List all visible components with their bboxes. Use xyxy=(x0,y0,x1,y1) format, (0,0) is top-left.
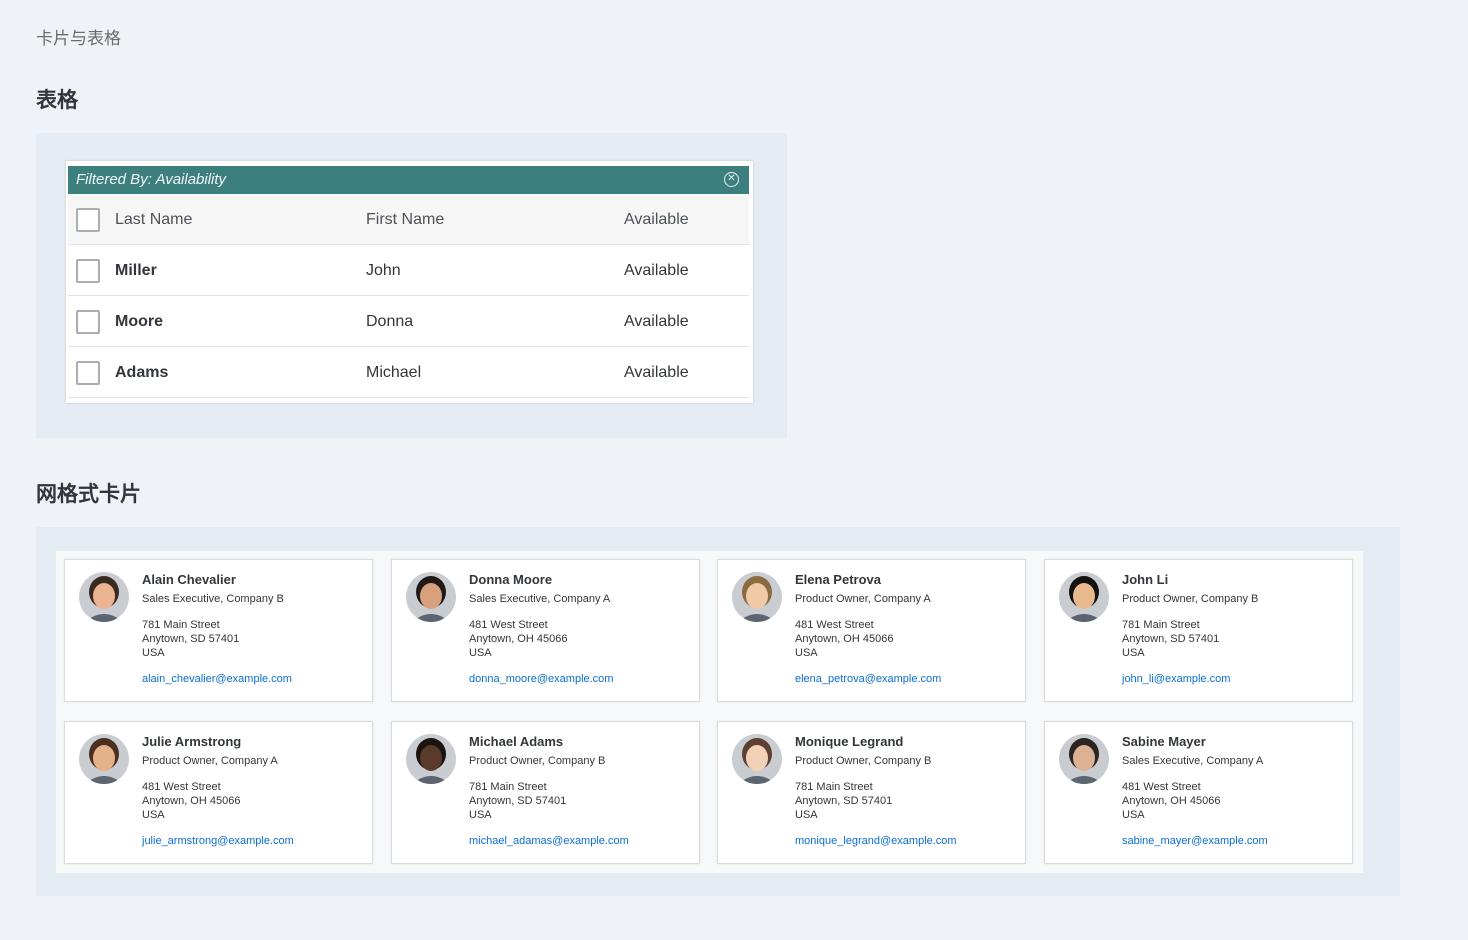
contact-name: Alain Chevalier xyxy=(142,572,236,587)
avatar xyxy=(79,734,129,784)
cell-first-name: Michael xyxy=(366,364,422,381)
filter-bar: Filtered By: Availability ✕ xyxy=(68,166,749,194)
contact-email-link[interactable]: john_li@example.com xyxy=(1122,673,1230,685)
row-checkbox[interactable] xyxy=(76,361,100,385)
avatar xyxy=(732,734,782,784)
column-header-available[interactable]: Available xyxy=(624,194,689,245)
cell-last-name: Adams xyxy=(115,364,169,381)
avatar xyxy=(1059,572,1109,622)
card-grid: Alain Chevalier Sales Executive, Company … xyxy=(56,551,1363,873)
contact-role: Product Owner, Company B xyxy=(795,755,932,767)
close-circle-icon[interactable]: ✕ xyxy=(724,172,739,187)
contact-city: Anytown, SD 57401 xyxy=(469,795,567,807)
contact-card[interactable]: Donna Moore Sales Executive, Company A 481… xyxy=(391,559,700,702)
section-title-cards: 网格式卡片 xyxy=(36,482,141,506)
cards-panel: Alain Chevalier Sales Executive, Company … xyxy=(36,527,1400,896)
contact-email-link[interactable]: sabine_mayer@example.com xyxy=(1122,835,1268,847)
avatar xyxy=(732,572,782,622)
contact-country: USA xyxy=(142,647,165,659)
contact-country: USA xyxy=(795,647,818,659)
cell-first-name: John xyxy=(366,262,401,279)
contact-street: 781 Main Street xyxy=(469,781,547,793)
contact-card[interactable]: John Li Product Owner, Company B 781 Main … xyxy=(1044,559,1353,702)
contact-role: Product Owner, Company A xyxy=(795,593,931,605)
contact-street: 781 Main Street xyxy=(1122,619,1200,631)
table-row[interactable]: Miller John Available xyxy=(68,245,749,296)
contact-city: Anytown, OH 45066 xyxy=(142,795,241,807)
contact-city: Anytown, OH 45066 xyxy=(1122,795,1221,807)
select-all-checkbox[interactable] xyxy=(76,208,100,232)
avatar xyxy=(406,572,456,622)
contact-country: USA xyxy=(1122,809,1145,821)
contact-street: 481 West Street xyxy=(795,619,874,631)
contact-card[interactable]: Michael Adams Product Owner, Company B 781… xyxy=(391,721,700,864)
column-header-last-name[interactable]: Last Name xyxy=(115,194,192,245)
contact-name: Monique Legrand xyxy=(795,734,904,749)
cell-available: Available xyxy=(624,313,689,330)
contact-email-link[interactable]: monique_legrand@example.com xyxy=(795,835,957,847)
table-header-row: Last Name First Name Available xyxy=(68,194,749,245)
table-row[interactable]: Adams Michael Available xyxy=(68,347,749,398)
contact-card[interactable]: Elena Petrova Product Owner, Company A 481… xyxy=(717,559,1026,702)
contact-street: 481 West Street xyxy=(142,781,221,793)
cell-available: Available xyxy=(624,262,689,279)
contact-role: Sales Executive, Company B xyxy=(142,593,284,605)
contact-email-link[interactable]: alain_chevalier@example.com xyxy=(142,673,292,685)
contact-name: Sabine Mayer xyxy=(1122,734,1206,749)
contact-role: Sales Executive, Company A xyxy=(469,593,611,605)
section-title-table: 表格 xyxy=(36,88,78,112)
avatar xyxy=(1059,734,1109,784)
contact-role: Sales Executive, Company A xyxy=(1122,755,1264,767)
contact-role: Product Owner, Company B xyxy=(469,755,606,767)
row-checkbox[interactable] xyxy=(76,259,100,283)
contact-city: Anytown, OH 45066 xyxy=(469,633,568,645)
contact-name: Michael Adams xyxy=(469,734,564,749)
cell-available: Available xyxy=(624,364,689,381)
contact-name: John Li xyxy=(1122,572,1169,587)
contact-role: Product Owner, Company A xyxy=(142,755,278,767)
contact-street: 781 Main Street xyxy=(142,619,220,631)
contact-role: Product Owner, Company B xyxy=(1122,593,1259,605)
cell-first-name: Donna xyxy=(366,313,414,330)
contact-email-link[interactable]: elena_petrova@example.com xyxy=(795,673,941,685)
contact-street: 781 Main Street xyxy=(795,781,873,793)
avatar xyxy=(79,572,129,622)
contact-email-link[interactable]: donna_moore@example.com xyxy=(469,673,613,685)
contact-street: 481 West Street xyxy=(469,619,548,631)
contact-email-link[interactable]: michael_adamas@example.com xyxy=(469,835,629,847)
contact-country: USA xyxy=(1122,647,1145,659)
table-panel: Filtered By: Availability ✕ Last Name Fi… xyxy=(36,133,787,438)
contact-country: USA xyxy=(795,809,818,821)
contact-email-link[interactable]: julie_armstrong@example.com xyxy=(142,835,294,847)
avatar xyxy=(406,734,456,784)
contact-city: Anytown, OH 45066 xyxy=(795,633,894,645)
contact-country: USA xyxy=(469,809,492,821)
contact-street: 481 West Street xyxy=(1122,781,1201,793)
table-row[interactable]: Moore Donna Available xyxy=(68,296,749,347)
contact-name: Elena Petrova xyxy=(795,572,881,587)
contact-card[interactable]: Alain Chevalier Sales Executive, Company … xyxy=(64,559,373,702)
contact-card[interactable]: Julie Armstrong Product Owner, Company A 4… xyxy=(64,721,373,864)
cell-last-name: Miller xyxy=(115,262,157,279)
page-title: 卡片与表格 xyxy=(36,29,121,49)
contact-country: USA xyxy=(469,647,492,659)
row-checkbox[interactable] xyxy=(76,310,100,334)
contact-card[interactable]: Sabine Mayer Sales Executive, Company A 48… xyxy=(1044,721,1353,864)
contact-card[interactable]: Monique Legrand Product Owner, Company B 7… xyxy=(717,721,1026,864)
contact-city: Anytown, SD 57401 xyxy=(795,795,893,807)
contact-name: Donna Moore xyxy=(469,572,553,587)
contact-city: Anytown, SD 57401 xyxy=(142,633,240,645)
cell-last-name: Moore xyxy=(115,313,163,330)
column-header-first-name[interactable]: First Name xyxy=(366,194,444,245)
contact-name: Julie Armstrong xyxy=(142,734,242,749)
contact-city: Anytown, SD 57401 xyxy=(1122,633,1220,645)
table: Filtered By: Availability ✕ Last Name Fi… xyxy=(66,161,753,403)
filter-label: Filtered By: Availability xyxy=(76,171,227,188)
contact-country: USA xyxy=(142,809,165,821)
